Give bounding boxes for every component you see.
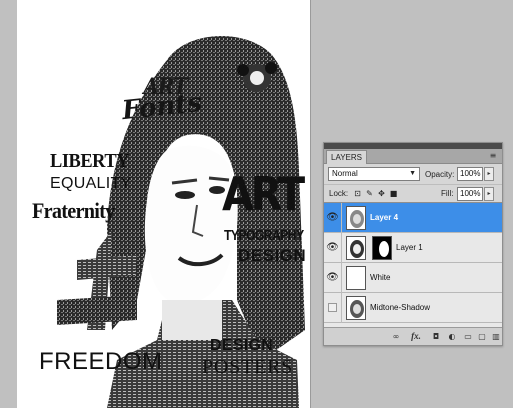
visibility-eye-icon[interactable]: 👁 [324,233,342,263]
fill-label: Fill: [441,189,454,198]
lock-position-icon[interactable]: ✥ [377,189,386,198]
layer-row-layer-4[interactable]: 👁 Layer 4 [324,203,502,233]
word-typography: TYPOGRAPHY [224,227,304,244]
word-design-bottom: DESIGN [210,337,274,354]
word-art-big: ART [222,167,305,221]
visibility-eye-icon[interactable]: 👁 [324,203,342,233]
tab-layers[interactable]: LAYERS [326,150,367,164]
fx-icon[interactable]: fx. [410,331,422,343]
text-strokes-left-lower [57,295,137,325]
layer-name: White [370,273,391,282]
fill-input[interactable]: 100% [457,187,483,201]
layer-thumbnail [346,266,366,290]
trash-icon[interactable]: ▥ [490,331,502,343]
lock-image-icon[interactable]: ✎ [365,189,374,198]
document-canvas[interactable]: ART Fonts LIBERTY EQUALITY Fraternity AR… [17,0,310,408]
word-posters: POSTERS [202,356,294,378]
word-liberty: LIBERTY [50,150,129,172]
mask-icon[interactable]: ◘ [430,331,442,343]
layer-row-midtone-shadow[interactable]: 👁 Midtone-Shadow [324,293,502,323]
visibility-eye-icon[interactable]: 👁 [324,263,342,293]
word-design-top: DESIGN [238,246,307,265]
layer-row-white[interactable]: 👁 White [324,263,502,293]
panel-menu-icon[interactable]: ≡ [487,151,499,161]
new-layer-icon[interactable]: ▢ [476,331,488,343]
lock-all-icon[interactable]: ■ [389,189,398,198]
word-fraternity: Fraternity [32,198,115,223]
layer-list: 👁 Layer 4 👁 Layer 1 👁 White 👁 [324,202,502,328]
eye-left [175,191,195,199]
panel-footer: ∞ fx. ◘ ◐ ▭ ▢ ▥ [324,327,502,345]
layer-thumbnail [346,206,366,230]
layer-name: Layer 4 [370,213,399,222]
layer-mask-thumbnail[interactable] [372,236,392,260]
visibility-toggle-empty[interactable]: 👁 [324,293,342,323]
adjustment-icon[interactable]: ◐ [446,331,458,343]
layer-name: Layer 1 [396,243,423,252]
blend-mode-select[interactable]: Normal ▼ [328,167,420,181]
opacity-label: Opacity: [425,170,455,179]
fill-slider-button[interactable]: ▸ [484,187,494,201]
opacity-input[interactable]: 100% [457,167,483,181]
panel-tab-bar: LAYERS ≡ [324,149,502,164]
word-freedom: FREEDOM [39,348,163,375]
lock-label: Lock: [329,189,349,198]
lock-row: Lock: ⊡ ✎ ✥ ■ Fill: 100% ▸ [324,184,502,202]
folder-icon[interactable]: ▭ [462,331,474,343]
layer-name: Midtone-Shadow [370,303,431,312]
blend-mode-value: Normal [332,169,358,178]
opacity-slider-button[interactable]: ▸ [484,167,494,181]
link-icon[interactable]: ∞ [390,331,402,343]
layers-panel: LAYERS ≡ Normal ▼ Opacity: 100% ▸ Lock: … [323,142,503,346]
chevron-down-icon: ▼ [409,170,416,177]
layer-thumbnail [346,236,366,260]
lock-transparent-icon[interactable]: ⊡ [353,189,362,198]
word-equality: EQUALITY [50,175,132,192]
neck-highlight [162,300,222,340]
layer-row-layer-1[interactable]: 👁 Layer 1 [324,233,502,263]
layer-thumbnail [346,296,366,320]
blend-row: Normal ▼ Opacity: 100% ▸ [324,164,502,184]
